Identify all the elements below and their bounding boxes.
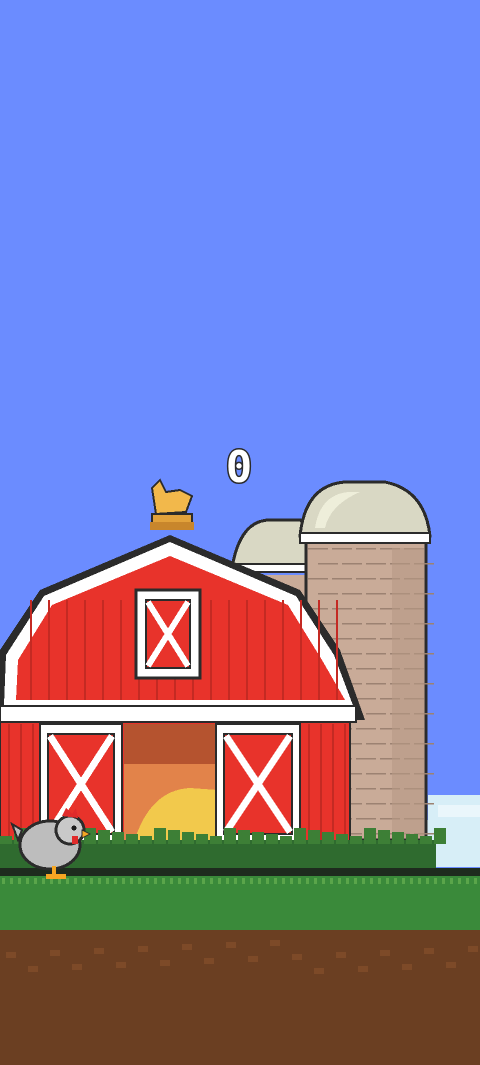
scene <box>0 0 480 1065</box>
loft-window <box>134 588 202 680</box>
barn-beam <box>0 705 357 723</box>
score-counter: 0 <box>224 441 255 495</box>
grass-ground <box>0 868 480 1065</box>
barn-door-right <box>215 723 301 843</box>
game-viewport[interactable]: 0 <box>0 0 480 1065</box>
barn-doorway <box>124 724 220 842</box>
